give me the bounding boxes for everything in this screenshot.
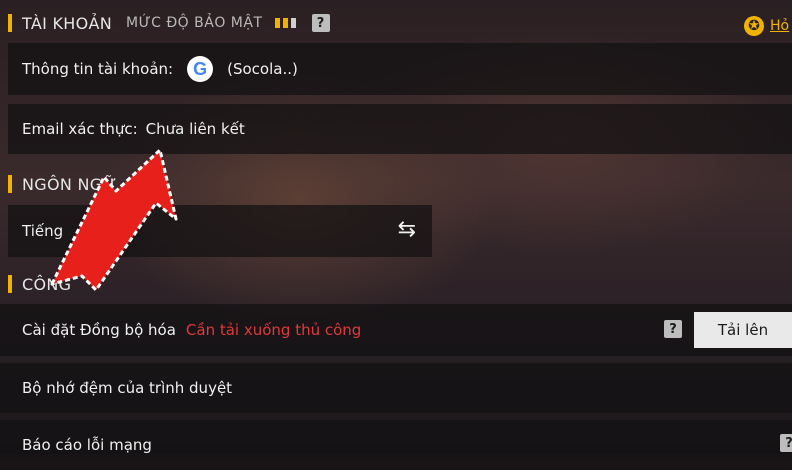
network-help-icon[interactable]: ? <box>780 434 792 452</box>
browser-cache-row[interactable]: Bộ nhớ đệm của trình duyệt <box>0 363 792 413</box>
security-level-indicator <box>274 18 296 28</box>
swap-icon[interactable]: ⇆ <box>398 217 416 242</box>
sync-help-icon[interactable]: ? <box>664 320 682 338</box>
sync-settings-label: Cài đặt Đồng bộ hóa <box>22 321 176 339</box>
security-help-icon[interactable]: ? <box>311 14 330 32</box>
google-icon: G <box>187 56 214 82</box>
account-section-header: TÀI KHOẢN MỨC ĐỘ BẢO MẬT ? <box>8 11 330 35</box>
helper-link-label[interactable]: Hỏ <box>770 18 792 34</box>
security-level-label: MỨC ĐỘ BẢO MẬT <box>126 15 263 31</box>
browser-cache-label: Bộ nhớ đệm của trình duyệt <box>22 379 233 397</box>
helper-link[interactable]: ✪ Hỏ <box>744 16 792 36</box>
email-verify-status: Chưa liên kết <box>145 120 245 138</box>
account-info-label: Thông tin tài khoản: <box>22 60 174 78</box>
section-accent-bar <box>8 14 12 32</box>
sync-warning: Cần tải xuống thủ công <box>185 321 362 339</box>
tools-section-header: CÔNG <box>8 272 71 296</box>
account-name: (Socola..) <box>227 60 298 78</box>
language-section-header: NGÔN NGỮ <box>8 172 117 196</box>
tools-section-title: CÔNG <box>22 274 72 294</box>
globe-icon: ✪ <box>744 16 764 36</box>
language-label: Tiếng <box>22 222 64 240</box>
email-verify-row[interactable]: Email xác thực: Chưa liên kết <box>8 104 792 154</box>
section-accent-bar <box>8 275 12 293</box>
account-info-row[interactable]: Thông tin tài khoản: G (Socola..) <box>8 43 792 95</box>
section-accent-bar <box>8 175 12 193</box>
network-report-row[interactable]: Báo cáo lỗi mạng ? <box>0 420 792 470</box>
sync-settings-row: Cài đặt Đồng bộ hóa Cần tải xuống thủ cô… <box>0 304 792 356</box>
network-report-label: Báo cáo lỗi mạng <box>22 436 152 454</box>
account-section-title: TÀI KHOẢN <box>22 13 113 33</box>
language-row[interactable]: Tiếng ⇆ <box>8 205 432 257</box>
language-section-title: NGÔN NGỮ <box>22 174 117 194</box>
email-verify-label: Email xác thực: <box>22 120 138 138</box>
upload-button[interactable]: Tải lên <box>694 312 792 348</box>
